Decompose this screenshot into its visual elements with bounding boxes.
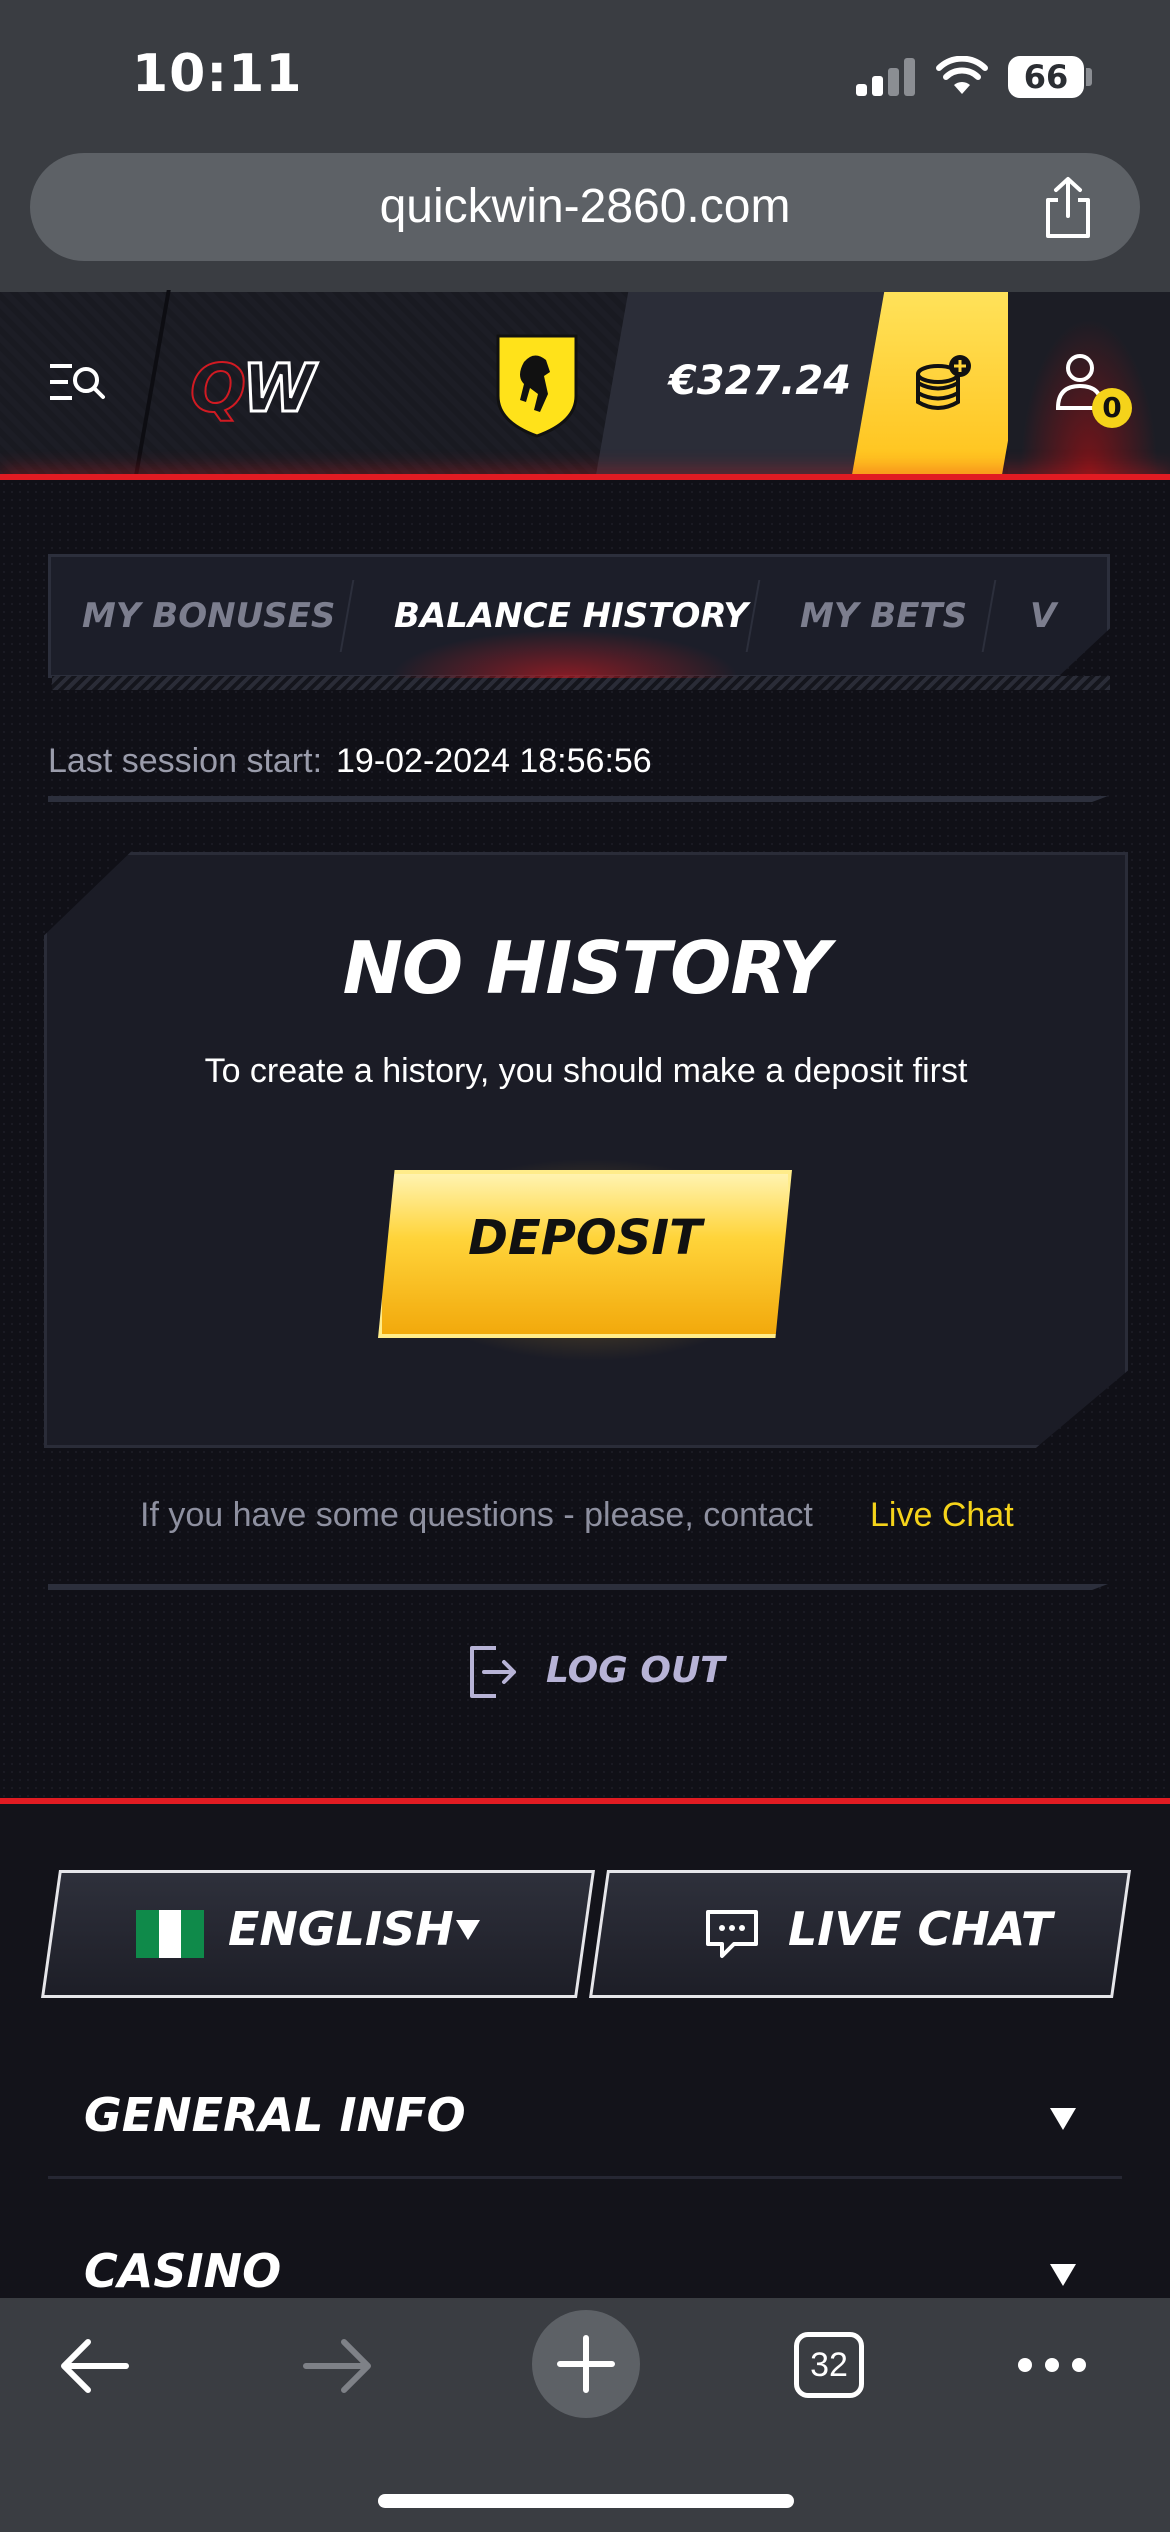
nigeria-flag-icon [136,1910,204,1958]
address-url[interactable]: quickwin-2860.com [30,153,1140,261]
coins-plus-icon [916,355,971,410]
live-chat-link[interactable]: Live Chat [870,1496,1014,1535]
status-time: 10:11 [132,44,303,104]
tab-my-bonuses[interactable]: MY BONUSES [82,554,335,678]
wifi-icon [936,56,988,94]
deposit-button-label[interactable]: DEPOSIT [378,1210,792,1266]
history-subtitle: To create a history, you should make a d… [204,1052,968,1090]
share-icon[interactable] [1040,176,1096,240]
tabs-shadow [52,676,1110,690]
logo-q: Q [189,349,247,428]
chat-icon [706,1910,758,1958]
site-logo[interactable]: QW [189,349,317,429]
session-label: Last session start: [48,742,323,780]
battery-indicator: 66 [1008,56,1084,98]
language-label[interactable]: ENGLISH [228,1902,454,1956]
cellular-signal-icon [856,58,916,96]
accordion-casino[interactable]: CASINO [84,2244,281,2298]
battery-tip [1086,68,1092,86]
plus-icon [557,2335,615,2393]
logout-icon[interactable] [468,1644,520,1700]
logo-w: W [241,349,317,429]
account-balance[interactable]: €327.24 [640,358,880,404]
live-chat-label[interactable]: LIVE CHAT [788,1902,1052,1956]
ferrari-badge-icon [496,334,578,438]
notification-badge: 0 [1092,388,1132,428]
tab-next[interactable]: V [1030,554,1056,678]
history-title: NO HISTORY [342,926,831,1010]
back-arrow-icon[interactable] [56,2334,132,2398]
contact-text: If you have some questions - please, con… [140,1496,813,1534]
chevron-down-icon[interactable] [1050,2108,1076,2130]
menu-search-icon[interactable] [50,360,106,404]
accordion-divider [48,2176,1122,2179]
logout-button[interactable]: LOG OUT [546,1650,725,1691]
forward-arrow-icon[interactable] [300,2334,376,2398]
tab-balance-history[interactable]: BALANCE HISTORY [394,554,748,678]
accordion-general-info[interactable]: GENERAL INFO [84,2088,466,2142]
home-indicator [378,2494,794,2508]
divider [48,796,1108,802]
tabs-button[interactable]: 32 [794,2332,864,2398]
divider [48,1584,1108,1590]
chevron-down-icon[interactable] [1050,2264,1076,2286]
new-tab-button[interactable] [532,2310,640,2418]
tab-my-bets[interactable]: MY BETS [800,554,967,678]
chevron-down-icon[interactable] [456,1920,480,1940]
session-value: 19-02-2024 18:56:56 [336,742,652,780]
more-icon[interactable] [1016,2356,1088,2374]
